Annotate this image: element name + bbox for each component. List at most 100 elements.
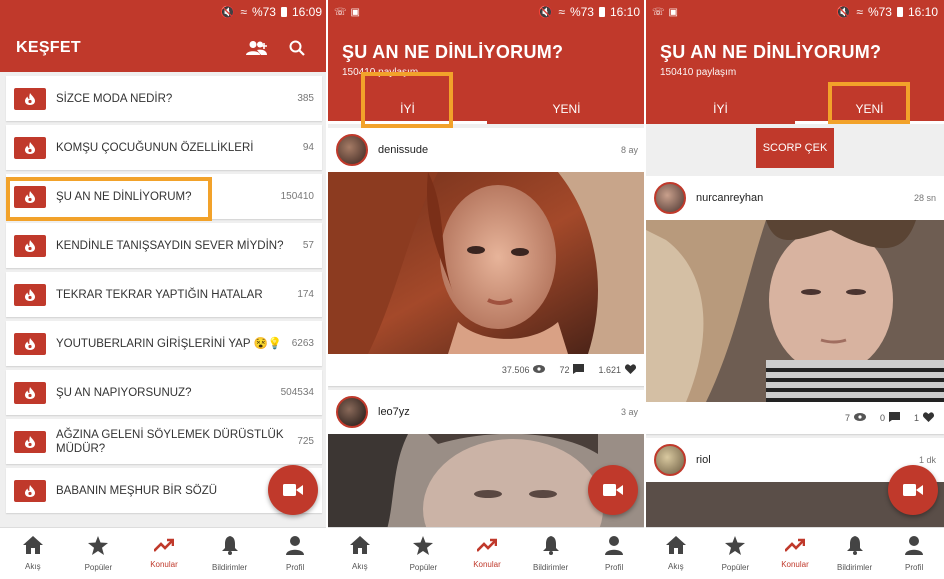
nav-item-trending[interactable]: Konular [131,528,197,579]
nav-item-bell[interactable]: Bildirimler [519,528,583,579]
wifi-icon: ≈ [240,5,247,19]
post-card[interactable]: denissude 8 ay 37.506 72 1.621 [328,128,646,386]
tab-yeni[interactable]: YENİ [795,96,944,124]
topic-screen-iyi: ☏ ▣ 🔇 ≈ %73 16:10 ŞU AN NE DİNLİYORUM? 1… [328,0,646,579]
record-video-button[interactable] [888,465,938,515]
view-count: 7 [844,413,850,423]
battery-icon [598,7,605,17]
topic-row[interactable]: KOMŞU ÇOCUĞUNUN ÖZELLİKLERİ 94 [6,125,322,170]
topic-count: 94 [302,142,314,153]
avatar[interactable] [336,396,368,428]
avatar[interactable] [654,182,686,214]
topic-row[interactable]: ŞU AN NE DİNLİYORUM? 150410 [6,174,322,219]
bell-icon [221,535,238,560]
image-icon: ▣ [668,6,678,18]
nav-item-star[interactable]: Popüler [66,528,132,579]
person-icon [905,535,924,560]
topic-row[interactable]: SİZCE MODA NEDİR? 385 [6,76,322,121]
nav-item-trending[interactable]: Konular [455,528,519,579]
nav-label: Akış [352,562,368,571]
record-video-button[interactable] [268,465,318,515]
topic-count: 174 [297,289,314,300]
nav-label: Akış [668,562,684,571]
comment-button[interactable]: 72 [559,364,585,376]
nav-label: Bildirimler [533,562,569,572]
video-camera-icon [603,484,623,496]
home-icon [349,536,370,559]
app-bar: ŞU AN NE DİNLİYORUM? 150410 paylaşım İYİ… [328,24,646,124]
scorp-cek-button[interactable]: SCORP ÇEK [756,128,834,168]
nav-label: Konular [150,560,178,569]
username[interactable]: leo7yz [378,406,621,418]
topic-title: KOMŞU ÇOCUĞUNUN ÖZELLİKLERİ [56,141,254,154]
nav-item-trending[interactable]: Konular [765,528,825,579]
panel-divider [326,0,328,579]
avatar[interactable] [336,134,368,166]
signal-text: %73 [251,5,276,19]
nav-label: Profil [905,562,924,572]
comment-icon [573,364,585,376]
username[interactable]: nurcanreyhan [696,192,914,204]
share-count: 150410 paylaşım [660,67,737,78]
tab-iyi[interactable]: İYİ [646,96,795,124]
nav-item-home[interactable]: Akış [0,528,66,579]
tab-yeni[interactable]: YENİ [487,96,646,124]
page-title: ŞU AN NE DİNLİYORUM? [660,42,882,62]
post-stats: 7 0 1 [646,402,944,434]
nav-item-person[interactable]: Profil [262,528,328,579]
screenshot-root: 🔇 ≈ %73 16:09 KEŞFET SİZCE MODA NEDİR? 38… [0,0,944,579]
post-card[interactable]: nurcanreyhan 28 sn 7 0 1 [646,176,944,434]
clock: 16:10 [907,5,938,19]
nav-item-star[interactable]: Popüler [392,528,456,579]
nav-item-home[interactable]: Akış [646,528,706,579]
signal-text: %73 [569,5,594,19]
nav-item-home[interactable]: Akış [328,528,392,579]
username[interactable]: riol [696,454,919,466]
bottom-nav: Akış Popüler Konular Bildirimler Profil [328,527,646,579]
whatsapp-icon: ☏ [652,6,665,18]
like-count: 1.621 [598,365,621,375]
fire-icon [14,185,46,208]
tab-bar: İYİ YENİ [646,96,944,124]
post-time: 3 ay [620,407,638,417]
tab-iyi[interactable]: İYİ [328,96,487,124]
search-icon[interactable] [282,40,312,56]
page-title: KEŞFET [16,39,81,56]
post-stats: 37.506 72 1.621 [328,354,646,386]
page-title: ŞU AN NE DİNLİYORUM? [342,42,564,62]
topic-row[interactable]: AĞZINA GELENİ SÖYLEMEK DÜRÜSTLÜK MÜDÜR? 7… [6,419,322,464]
topic-row[interactable]: ŞU AN NAPIYORSUNUZ? 504534 [6,370,322,415]
nav-item-person[interactable]: Profil [884,528,944,579]
fire-icon [14,283,46,306]
record-video-button[interactable] [588,465,638,515]
status-bar: ☏ ▣ 🔇 ≈ %73 16:10 [646,0,944,24]
image-icon: ▣ [350,6,360,18]
nav-label: Popüler [84,562,113,572]
post-photo[interactable] [646,220,944,402]
status-bar: 🔇 ≈ %73 16:09 [0,0,328,24]
topic-title: KENDİNLE TANIŞSAYDIN SEVER MİYDİN? [56,239,284,252]
trending-icon [153,538,175,557]
whatsapp-icon: ☏ [334,6,347,18]
nav-item-person[interactable]: Profil [582,528,646,579]
nav-item-star[interactable]: Popüler [706,528,766,579]
post-photo[interactable] [328,172,646,354]
like-button[interactable]: 1.621 [598,364,637,376]
panel-divider [644,0,646,579]
eye-icon [853,413,866,423]
nav-item-bell[interactable]: Bildirimler [825,528,885,579]
add-people-icon[interactable] [242,40,272,56]
topic-row[interactable]: YOUTUBERLARIN GİRİŞLERİNİ YAP 😵💡 6263 [6,321,322,366]
nav-label: Popüler [721,562,750,572]
comment-button[interactable]: 0 [880,412,900,424]
fire-icon [14,332,46,355]
like-button[interactable]: 1 [914,412,935,424]
topic-row[interactable]: TEKRAR TEKRAR YAPTIĞIN HATALAR 174 [6,272,322,317]
avatar[interactable] [654,444,686,476]
nav-item-bell[interactable]: Bildirimler [197,528,263,579]
topic-title: ŞU AN NAPIYORSUNUZ? [56,386,192,399]
topic-row[interactable]: KENDİNLE TANIŞSAYDIN SEVER MİYDİN? 57 [6,223,322,268]
kesfet-screen: 🔇 ≈ %73 16:09 KEŞFET SİZCE MODA NEDİR? 38… [0,0,328,579]
username[interactable]: denissude [378,144,621,156]
fire-icon [14,479,46,502]
